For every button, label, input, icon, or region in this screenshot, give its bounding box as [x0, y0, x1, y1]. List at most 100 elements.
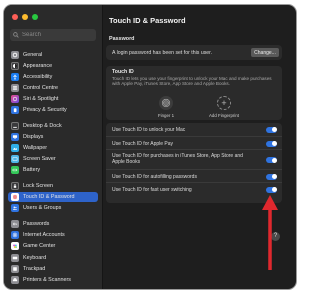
trackpad-icon	[11, 265, 19, 273]
users-icon	[11, 204, 19, 212]
control-centre-icon	[11, 84, 19, 92]
wallpaper-icon	[11, 144, 19, 152]
option-row: Use Touch ID for fast user switching	[106, 182, 282, 196]
sidebar-item-label: Game Center	[23, 243, 56, 249]
apple-pay-toggle[interactable]	[266, 140, 277, 147]
finger-label: Finger 1	[157, 113, 175, 118]
sidebar-item-label: Siri & Spotlight	[23, 96, 59, 102]
keyboard-icon	[11, 254, 19, 262]
change-password-button[interactable]: Change...	[251, 48, 279, 57]
sidebar-item-label: General	[23, 52, 43, 58]
sidebar-item-game-center[interactable]: Game Center	[8, 241, 98, 251]
add-fingerprint-label: Add Fingerprint	[208, 113, 240, 118]
sidebar-item-lock-screen[interactable]: Lock Screen	[8, 181, 98, 191]
add-fingerprint-button[interactable]: + Add Fingerprint	[202, 96, 246, 122]
zoom-button[interactable]	[32, 14, 38, 20]
sidebar-item-accessibility[interactable]: Accessibility	[8, 72, 98, 82]
settings-window: General Appearance Accessibility Control…	[4, 5, 296, 289]
sidebar-item-appearance[interactable]: Appearance	[8, 61, 98, 71]
sidebar-item-label: Desktop & Dock	[23, 123, 62, 129]
plus-icon: +	[217, 96, 231, 110]
key-icon	[11, 220, 19, 228]
sidebar-item-label: Displays	[23, 134, 44, 140]
sidebar-item-control-centre[interactable]: Control Centre	[8, 83, 98, 93]
hand-icon	[11, 106, 19, 114]
sidebar-item-general[interactable]: General	[8, 50, 98, 60]
option-row: Use Touch ID for Apple Pay	[106, 136, 282, 150]
sidebar-item-internet-accounts[interactable]: Internet Accounts	[8, 230, 98, 240]
sidebar-item-label: Accessibility	[23, 74, 53, 80]
sidebar-item-label: Printers & Scanners	[23, 277, 71, 283]
sidebar-item-displays[interactable]: Displays	[8, 132, 98, 142]
password-status: A login password has been set for this u…	[112, 49, 213, 56]
annotation-arrow	[262, 195, 278, 270]
sidebar-item-label: Internet Accounts	[23, 232, 65, 238]
lock-screen-icon	[11, 182, 19, 190]
fingerprint-finger-1[interactable]: Finger 1	[154, 96, 178, 122]
printer-icon	[11, 276, 19, 284]
sidebar: General Appearance Accessibility Control…	[4, 5, 103, 289]
window-controls	[12, 14, 38, 20]
option-label: Use Touch ID to unlock your Mac	[112, 126, 186, 133]
appearance-icon	[11, 62, 19, 70]
option-row: Use Touch ID for purchases in iTunes Sto…	[106, 149, 282, 170]
battery-icon	[11, 166, 19, 174]
unlock-mac-toggle[interactable]	[266, 126, 277, 133]
accessibility-icon	[11, 73, 19, 81]
sidebar-item-label: Lock Screen	[23, 183, 53, 189]
sidebar-item-wallpaper[interactable]: Wallpaper	[8, 143, 98, 153]
sidebar-item-label: Touch ID & Password	[23, 194, 75, 200]
fingerprint-icon	[11, 193, 19, 201]
purchases-toggle[interactable]	[266, 157, 277, 163]
sidebar-item-label: Users & Groups	[23, 205, 62, 211]
sidebar-item-desktop-dock[interactable]: Desktop & Dock	[8, 121, 98, 131]
password-heading: Password	[109, 36, 135, 42]
close-button[interactable]	[12, 14, 18, 20]
option-row: Use Touch ID for autofilling passwords	[106, 169, 282, 183]
gear-icon	[11, 51, 19, 59]
fast-user-switching-toggle[interactable]	[266, 186, 277, 193]
sidebar-item-label: Passwords	[23, 221, 50, 227]
sidebar-item-passwords[interactable]: Passwords	[8, 219, 98, 229]
option-label: Use Touch ID for fast user switching	[112, 186, 192, 193]
touch-id-description: Touch ID lets you use your fingerprint t…	[112, 76, 272, 87]
display-icon	[11, 133, 19, 141]
fingerprint-icon	[159, 96, 173, 110]
sidebar-item-label: Wallpaper	[23, 145, 48, 151]
sidebar-item-label: Screen Saver	[23, 156, 56, 162]
autofill-toggle[interactable]	[266, 173, 277, 180]
search-input[interactable]	[22, 29, 92, 41]
sidebar-item-label: Keyboard	[23, 255, 47, 261]
sidebar-item-label: Control Centre	[23, 85, 59, 91]
option-label: Use Touch ID for Apple Pay	[112, 140, 174, 147]
touch-id-heading: Touch ID	[112, 69, 134, 75]
minimize-button[interactable]	[22, 14, 28, 20]
search-icon	[10, 29, 22, 41]
search-field[interactable]	[10, 29, 96, 41]
at-icon	[11, 231, 19, 239]
sidebar-item-touch-id[interactable]: Touch ID & Password	[8, 192, 98, 202]
password-card: A login password has been set for this u…	[106, 45, 282, 60]
sidebar-item-privacy[interactable]: Privacy & Security	[8, 105, 98, 115]
option-row: Use Touch ID to unlock your Mac	[106, 123, 282, 136]
sidebar-item-label: Appearance	[23, 63, 53, 69]
sidebar-item-label: Battery	[23, 167, 41, 173]
sidebar-item-keyboard[interactable]: Keyboard	[8, 253, 98, 263]
touch-id-options-card: Use Touch ID to unlock your Mac Use Touc…	[106, 123, 282, 203]
dock-icon	[11, 122, 19, 130]
option-label: Use Touch ID for purchases in iTunes Sto…	[112, 153, 243, 165]
sidebar-item-screen-saver[interactable]: Screen Saver	[8, 154, 98, 164]
sidebar-item-trackpad[interactable]: Trackpad	[8, 264, 98, 274]
game-center-icon	[11, 242, 19, 250]
sidebar-item-label: Privacy & Security	[23, 107, 67, 113]
touch-id-card: Touch ID Touch ID lets you use your fing…	[106, 66, 282, 120]
sidebar-item-users-groups[interactable]: Users & Groups	[8, 203, 98, 213]
sidebar-item-siri[interactable]: Siri & Spotlight	[8, 94, 98, 104]
screen-saver-icon	[11, 155, 19, 163]
sidebar-item-label: Trackpad	[23, 266, 46, 272]
sidebar-item-battery[interactable]: Battery	[8, 165, 98, 175]
page-title: Touch ID & Password	[109, 16, 186, 25]
siri-icon	[11, 95, 19, 103]
option-label: Use Touch ID for autofilling passwords	[112, 173, 197, 180]
sidebar-item-printers[interactable]: Printers & Scanners	[8, 275, 98, 285]
